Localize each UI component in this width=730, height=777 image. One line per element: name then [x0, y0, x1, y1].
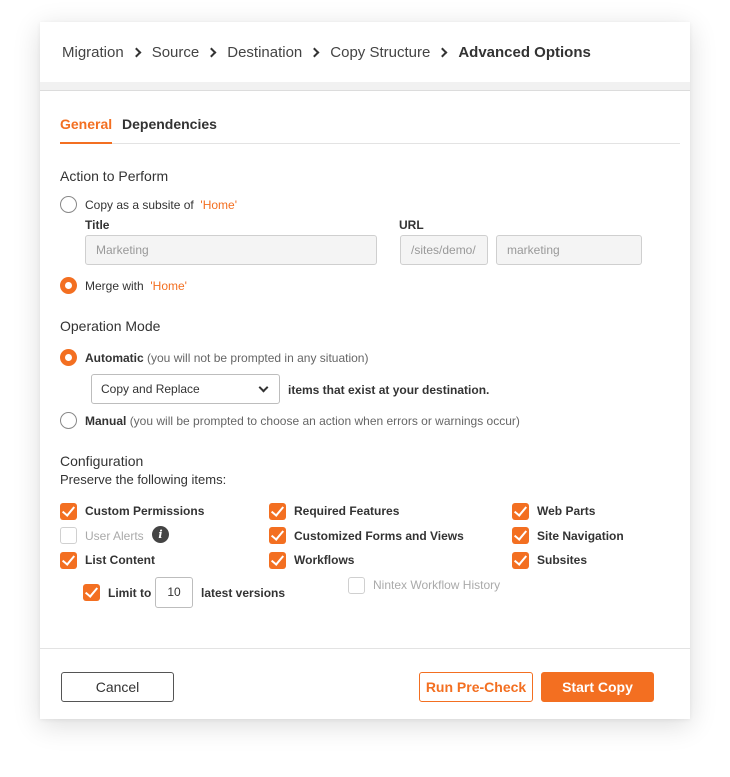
latest-versions-label: latest versions: [201, 586, 286, 600]
copy-as-subsite-radio[interactable]: [60, 196, 77, 213]
info-icon[interactable]: i: [152, 526, 169, 543]
site-navigation-label: Site Navigation: [537, 529, 624, 543]
operation-section-title: Operation Mode: [60, 318, 161, 334]
start-copy-button[interactable]: Start Copy: [541, 672, 654, 702]
breadcrumb-advanced-options: Advanced Options: [458, 43, 591, 61]
version-limit-input[interactable]: 10: [155, 577, 193, 608]
tab-bar: General Dependencies: [60, 115, 680, 144]
tab-dependencies[interactable]: Dependencies: [122, 115, 217, 144]
subsite-target: 'Home': [200, 198, 237, 212]
subsite-title-input[interactable]: Marketing: [85, 235, 377, 265]
automatic-label[interactable]: Automatic (you will not be prompted in a…: [85, 351, 368, 365]
chevron-right-icon: [131, 47, 142, 57]
select-suffix-text: items that exist at your destination.: [288, 383, 490, 397]
web-parts-checkbox[interactable]: [512, 503, 529, 520]
automatic-radio[interactable]: [60, 349, 77, 366]
chevron-right-icon: [206, 47, 217, 57]
subsites-checkbox[interactable]: [512, 552, 529, 569]
header-divider-band: [40, 82, 690, 91]
subsite-url-input[interactable]: marketing: [496, 235, 642, 265]
required-features-checkbox[interactable]: [269, 503, 286, 520]
required-features-label: Required Features: [294, 504, 400, 518]
custom-permissions-checkbox[interactable]: [60, 503, 77, 520]
limit-versions-checkbox[interactable]: [83, 584, 100, 601]
url-field-label: URL: [399, 218, 424, 232]
configuration-subtitle: Preserve the following items:: [60, 472, 227, 487]
url-prefix-field: /sites/demo/: [400, 235, 488, 265]
migration-wizard-card: Migration Source Destination Copy Struct…: [40, 22, 690, 719]
run-precheck-button[interactable]: Run Pre-Check: [419, 672, 533, 702]
nintex-history-label: Nintex Workflow History: [373, 578, 501, 592]
action-section-title: Action to Perform: [60, 168, 169, 184]
conflict-action-select[interactable]: Copy and Replace: [91, 374, 280, 404]
list-content-checkbox[interactable]: [60, 552, 77, 569]
title-field-label: Title: [85, 218, 110, 232]
copy-as-subsite-label[interactable]: Copy as a subsite of 'Home': [85, 198, 237, 212]
site-navigation-checkbox[interactable]: [512, 527, 529, 544]
manual-radio[interactable]: [60, 412, 77, 429]
subsites-label: Subsites: [537, 553, 588, 567]
manual-label[interactable]: Manual (you will be prompted to choose a…: [85, 414, 520, 428]
chevron-right-icon: [309, 47, 320, 57]
breadcrumb: Migration Source Destination Copy Struct…: [40, 22, 690, 82]
tab-general[interactable]: General: [60, 115, 113, 144]
footer-divider: [40, 648, 690, 649]
merge-target: 'Home': [150, 279, 187, 293]
web-parts-label: Web Parts: [537, 504, 596, 518]
merge-with-radio[interactable]: [60, 277, 77, 294]
custom-permissions-label: Custom Permissions: [85, 504, 205, 518]
customized-forms-checkbox[interactable]: [269, 527, 286, 544]
limit-to-label: Limit to: [108, 586, 152, 600]
nintex-history-checkbox[interactable]: [348, 577, 365, 594]
list-content-label: List Content: [85, 553, 155, 567]
chevron-down-icon: [258, 382, 269, 393]
workflows-checkbox[interactable]: [269, 552, 286, 569]
cancel-button[interactable]: Cancel: [61, 672, 174, 702]
workflows-label: Workflows: [294, 553, 355, 567]
breadcrumb-copy-structure[interactable]: Copy Structure: [330, 44, 430, 61]
breadcrumb-migration[interactable]: Migration: [62, 44, 124, 61]
breadcrumb-source[interactable]: Source: [152, 44, 200, 61]
merge-with-label[interactable]: Merge with 'Home': [85, 279, 187, 293]
user-alerts-label: User Alerts: [85, 529, 144, 543]
breadcrumb-destination[interactable]: Destination: [227, 44, 302, 61]
chevron-right-icon: [437, 47, 448, 57]
user-alerts-checkbox[interactable]: [60, 527, 77, 544]
customized-forms-label: Customized Forms and Views: [294, 529, 464, 543]
configuration-section-title: Configuration: [60, 453, 144, 469]
